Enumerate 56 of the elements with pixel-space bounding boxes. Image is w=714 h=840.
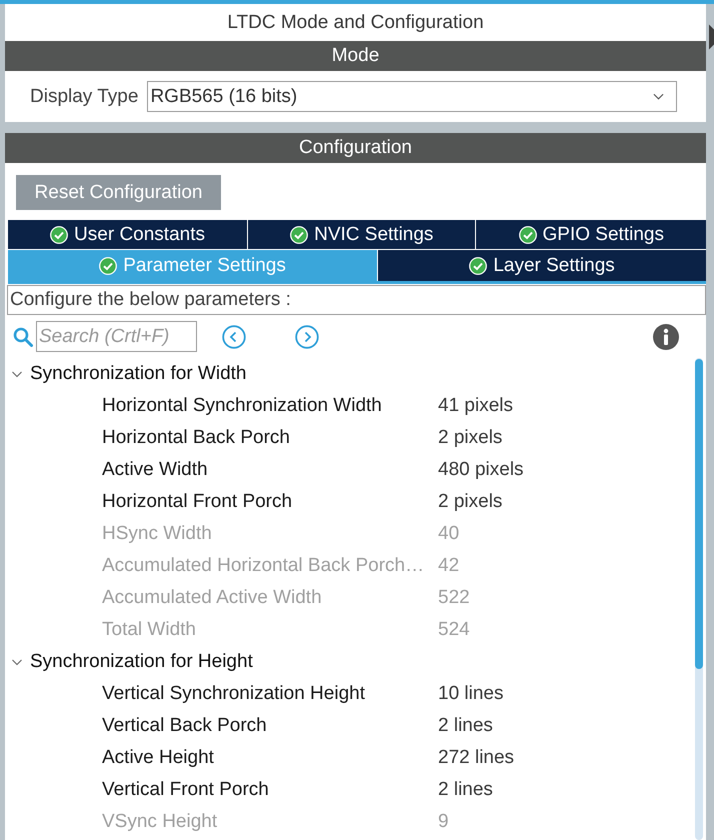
- info-icon[interactable]: [653, 324, 679, 350]
- chevron-icon[interactable]: [12, 369, 22, 379]
- parameter-label: Accumulated Horizontal Back Porch…: [102, 555, 426, 577]
- parameter-value: 522: [438, 587, 470, 609]
- next-button[interactable]: [295, 324, 319, 348]
- parameter-value: 2 lines: [438, 779, 493, 801]
- description-text-box: Configure the below parameters :: [7, 285, 706, 315]
- parameter-value: 42: [438, 555, 460, 577]
- parameter-value: 272 lines: [438, 747, 514, 769]
- chevron-left-circle-icon: [222, 324, 246, 348]
- parameter-value: 2 pixels: [438, 427, 502, 449]
- settings-tab[interactable]: User Constants: [8, 220, 248, 249]
- check-circle-icon: [99, 256, 118, 274]
- parameter-label: Horizontal Back Porch: [102, 427, 291, 449]
- parameter-label: Accumulated Active Width: [102, 587, 323, 609]
- scrollbar-thumb[interactable]: [695, 359, 703, 669]
- search-icon: [13, 326, 33, 346]
- parameter-value: 2 lines: [438, 715, 493, 737]
- scrollbar-track[interactable]: [695, 358, 703, 840]
- check-circle-icon: [469, 256, 488, 274]
- chevron-down-icon: [653, 93, 664, 100]
- chevron-right-circle-icon: [295, 324, 319, 348]
- parameter-label: HSync Width: [102, 523, 213, 545]
- check-circle-icon: [518, 226, 537, 244]
- parameter-label: Vertical Front Porch: [102, 779, 270, 801]
- parameter-value: 524: [438, 619, 470, 641]
- previous-button[interactable]: [222, 324, 246, 348]
- parameter-value: 41 pixels: [438, 395, 513, 417]
- settings-tab[interactable]: NVIC Settings: [248, 220, 476, 249]
- parameter-label: Vertical Back Porch: [102, 715, 268, 737]
- parameter-value: 480 pixels: [438, 459, 524, 481]
- parameter-label: Horizontal Front Porch: [102, 491, 294, 513]
- search-field[interactable]: Search (Crtl+F): [36, 321, 197, 352]
- parameter-label: Total Width: [102, 619, 197, 641]
- settings-tab[interactable]: Layer Settings: [378, 250, 706, 281]
- parameter-label: Active Height: [102, 747, 215, 769]
- check-circle-icon: [290, 226, 308, 244]
- parameter-value: 9: [438, 811, 449, 833]
- parameter-label: VSync Height: [102, 811, 218, 833]
- parameter-label: Horizontal Synchronization Width: [102, 395, 383, 417]
- section-header: Configuration: [5, 133, 706, 163]
- group-title: Synchronization for Height: [30, 651, 253, 673]
- triangle-icon: [709, 22, 714, 52]
- parameter-value: 2 pixels: [438, 491, 502, 513]
- parameter-value: 40: [438, 523, 460, 545]
- field-label: Display Type: [30, 86, 138, 108]
- section-header: Mode: [5, 41, 706, 71]
- display-type-select[interactable]: RGB565 (16 bits): [147, 81, 678, 112]
- settings-tab[interactable]: GPIO Settings: [476, 220, 706, 249]
- parameter-value: 10 lines: [438, 683, 504, 705]
- group-title: Synchronization for Width: [30, 363, 246, 385]
- chevron-icon[interactable]: [12, 657, 22, 667]
- check-circle-icon: [50, 226, 68, 244]
- window-title: LTDC Mode and Configuration: [226, 11, 485, 35]
- parameter-label: Active Width: [102, 459, 209, 481]
- parameter-label: Vertical Synchronization Height: [102, 683, 366, 705]
